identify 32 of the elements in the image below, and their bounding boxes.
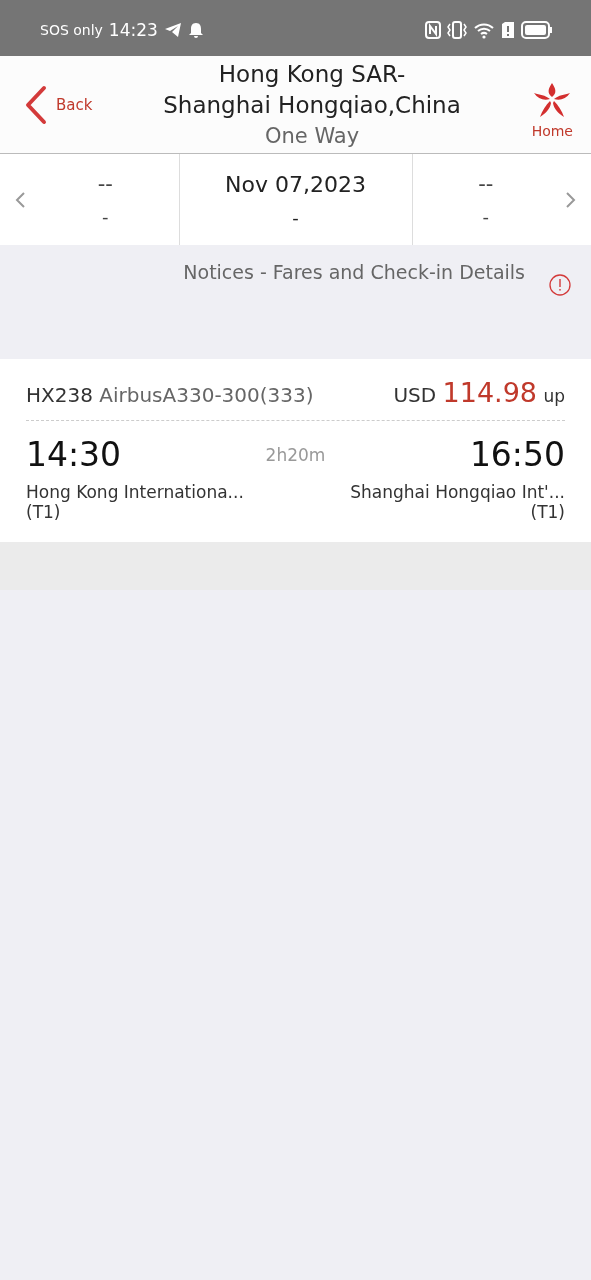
chevron-right-icon[interactable] [565, 189, 577, 210]
nfc-icon [425, 21, 441, 39]
clock-time: 14:23 [108, 20, 158, 40]
route-title: Shanghai Hongqiao,China [163, 90, 461, 120]
trip-type: One Way [264, 122, 360, 150]
arrival-terminal: (T1) [530, 502, 565, 522]
vibrate-icon [447, 21, 467, 39]
chevron-left-icon[interactable] [14, 189, 26, 210]
chevron-left-icon [24, 84, 48, 125]
flight-duration: 2h20m [265, 444, 326, 465]
battery-icon [521, 21, 553, 39]
route-title: Hong Kong SAR- [218, 59, 406, 89]
carrier-text: SOS only [40, 22, 103, 38]
notices-link[interactable]: Notices - Fares and Check-in Details [183, 261, 525, 283]
flight-card[interactable]: HX238 AirbusA330-300(333) USD 114.98 up 14:30 2h20m 16:50 Hong Kong Internationa... (T1) Shanghai Hongqiao Int'... (T1) [0, 359, 591, 542]
home-button[interactable]: Home [531, 80, 573, 139]
alert-icon[interactable] [549, 274, 571, 296]
departure-time: 14:30 [26, 435, 122, 474]
sim-alert-icon [501, 21, 515, 39]
departure-terminal: (T1) [26, 502, 62, 522]
date-tab[interactable]: Nov 07,2023 - [178, 154, 413, 245]
fare-price: USD 114.98 up [393, 377, 565, 408]
bell-icon [187, 21, 204, 39]
date-tab[interactable]: -- - [412, 154, 559, 245]
flight-info: HX238 AirbusA330-300(333) [26, 383, 314, 407]
back-button[interactable]: Back [24, 84, 93, 125]
departure-airport: Hong Kong Internationa... [26, 482, 244, 502]
wifi-icon [473, 21, 495, 39]
arrival-time: 16:50 [469, 435, 565, 474]
arrival-airport: Shanghai Hongqiao Int'... [350, 482, 565, 502]
paper-plane-icon [163, 22, 182, 38]
date-tab[interactable]: -- - [32, 154, 179, 245]
